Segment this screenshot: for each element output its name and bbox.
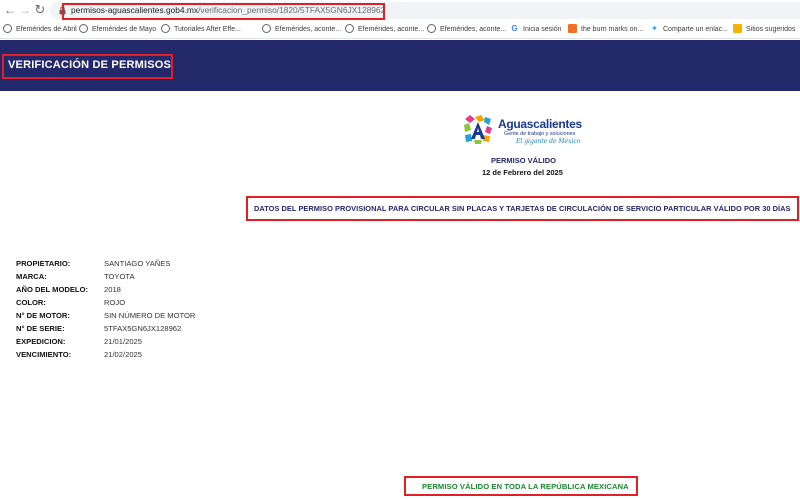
folder-icon <box>733 23 742 33</box>
section-title: DATOS DEL PERMISO PROVISIONAL PARA CIRCU… <box>254 204 791 213</box>
bookmark-label: Tutoriales After Effe... <box>174 26 241 33</box>
aguascalientes-logo: Aguascalientes Gente de trabajo y soluci… <box>463 113 588 151</box>
field-label: EXPEDICION: <box>16 337 66 346</box>
field-label: COLOR: <box>16 298 46 307</box>
logo-mark-icon <box>463 115 493 144</box>
globe-icon <box>345 23 354 33</box>
back-arrow-icon[interactable]: ← <box>3 3 17 17</box>
field-label: PROPIETARIO: <box>16 259 71 268</box>
field-value: SANTIAGO YAÑES <box>104 259 171 268</box>
browser-toolbar: ← → ↻ permisos-aguascalientes.gob4.mx/ve… <box>0 0 800 20</box>
google-icon: G <box>511 23 518 33</box>
logo-tagline: Gente de trabajo y soluciones <box>504 131 576 137</box>
field-label: N° DE MOTOR: <box>16 311 70 320</box>
reload-icon[interactable]: ↻ <box>33 3 47 17</box>
permit-status-date: 12 de Febrero del 2025 <box>482 168 563 177</box>
bookmark-item[interactable]: Efemérides de Mayo <box>79 23 157 35</box>
globe-icon <box>161 23 170 33</box>
bookmark-label: Efemérides, aconte... <box>358 26 425 33</box>
field-value: ROJO <box>104 298 126 307</box>
field-label: VENCIMIENTO: <box>16 350 72 359</box>
bookmark-item[interactable]: ✦ Comparte un enlac... <box>650 24 728 35</box>
bookmark-label: Efemérides, aconte... <box>440 26 507 33</box>
field-value: SIN NÚMERO DE MOTOR <box>104 311 196 320</box>
field-value: 2018 <box>104 285 121 294</box>
field-label: N° DE SERIE: <box>16 324 65 333</box>
logo-slogan: El gigante de México <box>516 138 581 145</box>
field-value: 21/01/2025 <box>104 337 143 346</box>
title-highlight-box <box>2 54 173 79</box>
globe-icon <box>427 23 436 33</box>
validity-notice: PERMISO VÁLIDO EN TODA LA REPÚBLICA MEXI… <box>422 482 629 491</box>
bookmark-item[interactable]: the burn marks on... <box>568 23 644 35</box>
globe-icon <box>3 23 12 33</box>
soundcloud-icon <box>568 23 577 33</box>
bookmark-label: Sitios sugeridos <box>746 26 796 33</box>
field-value: 21/02/2025 <box>104 350 143 359</box>
bookmark-label: Comparte un enlac... <box>663 26 728 33</box>
bookmarks-bar: Efemérides de Abril Efemérides de Mayo T… <box>0 20 800 39</box>
forward-arrow-icon[interactable]: → <box>18 3 32 17</box>
bookmark-label: Efemérides de Abril <box>16 26 77 33</box>
field-value: 5TFAX5GN6JX128962 <box>104 324 182 333</box>
field-value: TOYOTA <box>104 272 135 281</box>
bookmark-item[interactable]: G Inicia sesión <box>510 23 562 35</box>
permit-status: PERMISO VÁLIDO <box>491 156 557 165</box>
bookmark-label: the burn marks on... <box>581 26 644 33</box>
field-label: AÑO DEL MODELO: <box>16 285 88 294</box>
bookmark-item[interactable]: Efemérides de Abril <box>3 23 77 35</box>
bookmark-item[interactable]: Sitios sugeridos <box>733 23 796 35</box>
bookmark-label: Efemérides de Mayo <box>92 26 157 33</box>
bookmark-item[interactable]: Efemérides, aconte... <box>427 23 507 35</box>
bookmark-label: Inicia sesión <box>523 26 562 33</box>
twitter-icon: ✦ <box>651 23 658 33</box>
logo-name: Aguascalientes <box>498 117 582 131</box>
globe-icon <box>79 23 88 33</box>
bookmark-label: Efemérides, aconte... <box>275 26 342 33</box>
bookmark-item[interactable]: Efemérides, aconte... <box>345 23 425 35</box>
url-highlight-box <box>62 3 385 20</box>
bookmark-item[interactable]: Tutoriales After Effe... <box>161 23 241 35</box>
field-label: MARCA: <box>16 272 47 281</box>
bookmark-item[interactable]: Efemérides, aconte... <box>262 23 342 35</box>
globe-icon <box>262 23 271 33</box>
